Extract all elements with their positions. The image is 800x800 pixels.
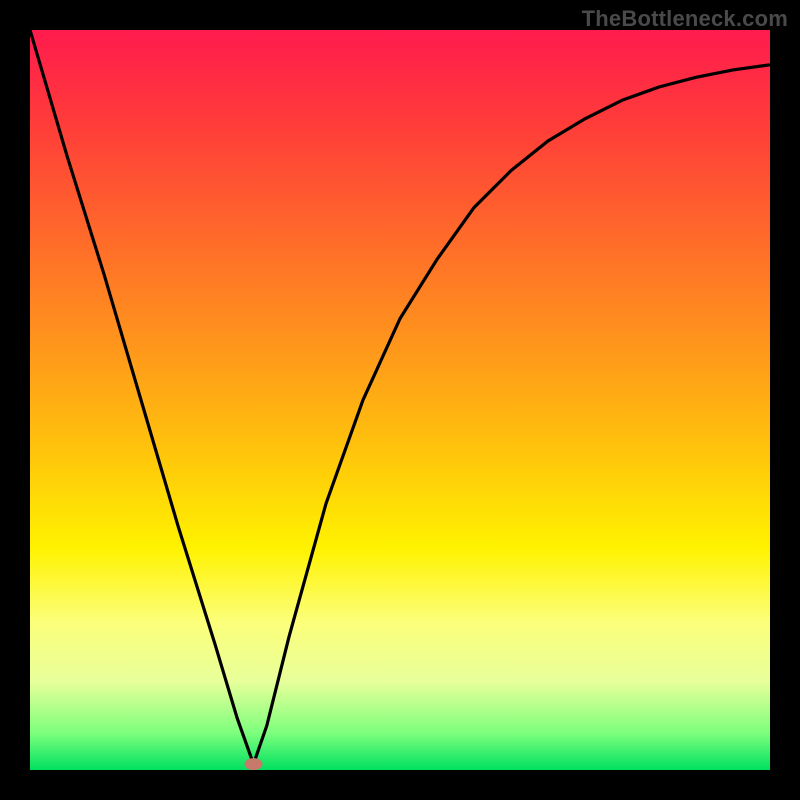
curve-layer bbox=[30, 30, 770, 770]
plot-area bbox=[30, 30, 770, 770]
minimum-marker bbox=[245, 758, 263, 770]
watermark: TheBottleneck.com bbox=[582, 6, 788, 32]
bottleneck-curve bbox=[30, 30, 770, 764]
chart-frame: TheBottleneck.com bbox=[0, 0, 800, 800]
